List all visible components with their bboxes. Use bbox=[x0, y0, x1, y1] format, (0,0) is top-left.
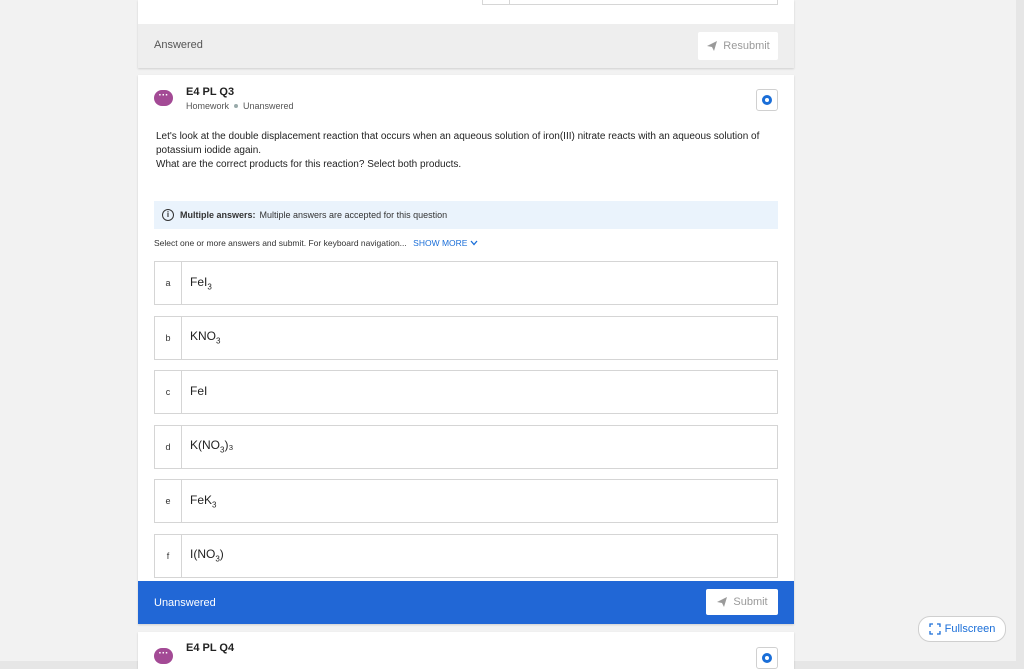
notice-text: Multiple answers are accepted for this q… bbox=[259, 210, 448, 220]
question-settings-button[interactable] bbox=[756, 647, 778, 669]
answer-option-d[interactable]: d K(NO3)₃ bbox=[154, 424, 778, 469]
question-state: Unanswered bbox=[243, 101, 294, 111]
previous-question-card: Answered Resubmit bbox=[138, 0, 794, 68]
chevron-down-icon bbox=[470, 240, 478, 246]
option-formula: KNO bbox=[190, 329, 217, 344]
option-letter: e bbox=[155, 480, 182, 522]
separator-dot bbox=[234, 104, 239, 108]
option-letter: c bbox=[155, 371, 182, 413]
gear-icon bbox=[762, 653, 772, 663]
option-formula: FeI bbox=[190, 383, 208, 398]
fullscreen-label: Fullscreen bbox=[944, 623, 996, 635]
question-footer: Unanswered Submit bbox=[138, 581, 794, 624]
resubmit-label: Resubmit bbox=[723, 40, 770, 52]
option-letter: d bbox=[155, 425, 182, 468]
question-meta: Homework Unanswered bbox=[186, 101, 294, 111]
answer-option-c[interactable]: c FeI bbox=[154, 370, 778, 414]
option-letter: f bbox=[155, 534, 182, 577]
question-title: E4 PL Q3 bbox=[186, 86, 235, 98]
option-text: I(NO3) bbox=[190, 547, 224, 563]
chat-bubble-icon: ··· bbox=[154, 648, 173, 664]
option-formula: FeK bbox=[190, 492, 213, 507]
chat-bubble-icon: ··· bbox=[154, 90, 173, 106]
next-question-card: ··· E4 PL Q4 bbox=[138, 632, 794, 669]
footer-status: Unanswered bbox=[154, 597, 216, 609]
option-text: FeK3 bbox=[190, 493, 216, 509]
instructions-text: Select one or more answers and submit. F… bbox=[154, 238, 407, 248]
show-more-label: SHOW MORE bbox=[413, 238, 468, 248]
notice-title: Multiple answers: bbox=[180, 210, 256, 220]
multiple-answers-notice: i Multiple answers: Multiple answers are… bbox=[154, 201, 778, 229]
option-subscript: 3 bbox=[212, 500, 217, 510]
resubmit-button[interactable]: Resubmit bbox=[698, 32, 778, 60]
answer-instructions: Select one or more answers and submit. F… bbox=[154, 238, 478, 248]
option-letter: b bbox=[155, 316, 182, 359]
option-formula-suffix: ) bbox=[219, 547, 224, 562]
answer-option-b[interactable]: b KNO3 bbox=[154, 315, 778, 360]
fullscreen-icon bbox=[928, 623, 941, 635]
send-icon bbox=[717, 597, 728, 607]
option-text: K(NO3)₃ bbox=[190, 438, 233, 454]
answer-option-e[interactable]: e FeK3 bbox=[154, 479, 778, 523]
window-edge-right bbox=[1016, 0, 1024, 669]
previous-answer-input[interactable] bbox=[482, 0, 778, 5]
gear-icon bbox=[762, 95, 772, 105]
show-more-link[interactable]: SHOW MORE bbox=[413, 238, 478, 248]
answer-options: a FeI3 b KNO3 c FeI d K(NO3)₃ e FeK3 f I(NO3) bbox=[154, 261, 778, 588]
info-icon: i bbox=[162, 209, 174, 221]
answer-option-f[interactable]: f I(NO3) bbox=[154, 533, 778, 578]
question-type: Homework bbox=[186, 101, 230, 111]
send-icon bbox=[707, 41, 718, 51]
option-formula: K(NO bbox=[190, 438, 220, 453]
question-settings-button[interactable] bbox=[756, 89, 778, 111]
answer-option-a[interactable]: a FeI3 bbox=[154, 261, 778, 305]
question-text: Let's look at the double displacement re… bbox=[156, 130, 771, 172]
option-subscript: 3 bbox=[207, 282, 212, 292]
option-text: KNO3 bbox=[190, 329, 220, 345]
option-text: FeI bbox=[190, 384, 207, 400]
next-question-title: E4 PL Q4 bbox=[186, 642, 235, 654]
option-formula-suffix: )₃ bbox=[224, 438, 234, 453]
submit-label: Submit bbox=[733, 596, 768, 608]
answer-status: Answered bbox=[154, 39, 203, 51]
option-subscript: 3 bbox=[216, 336, 221, 346]
option-text: FeI3 bbox=[190, 275, 212, 291]
question-card: ··· E4 PL Q3 Homework Unanswered Let's l… bbox=[138, 75, 794, 624]
submit-button[interactable]: Submit bbox=[706, 589, 778, 615]
option-formula: I(NO bbox=[190, 547, 216, 562]
question-text-line: Let's look at the double displacement re… bbox=[156, 131, 760, 156]
fullscreen-button[interactable]: Fullscreen bbox=[918, 616, 1006, 642]
option-formula: FeI bbox=[190, 274, 208, 289]
option-letter: a bbox=[155, 262, 182, 304]
question-text-line: What are the correct products for this r… bbox=[156, 159, 462, 170]
previous-card-footer: Answered Resubmit bbox=[138, 24, 794, 68]
